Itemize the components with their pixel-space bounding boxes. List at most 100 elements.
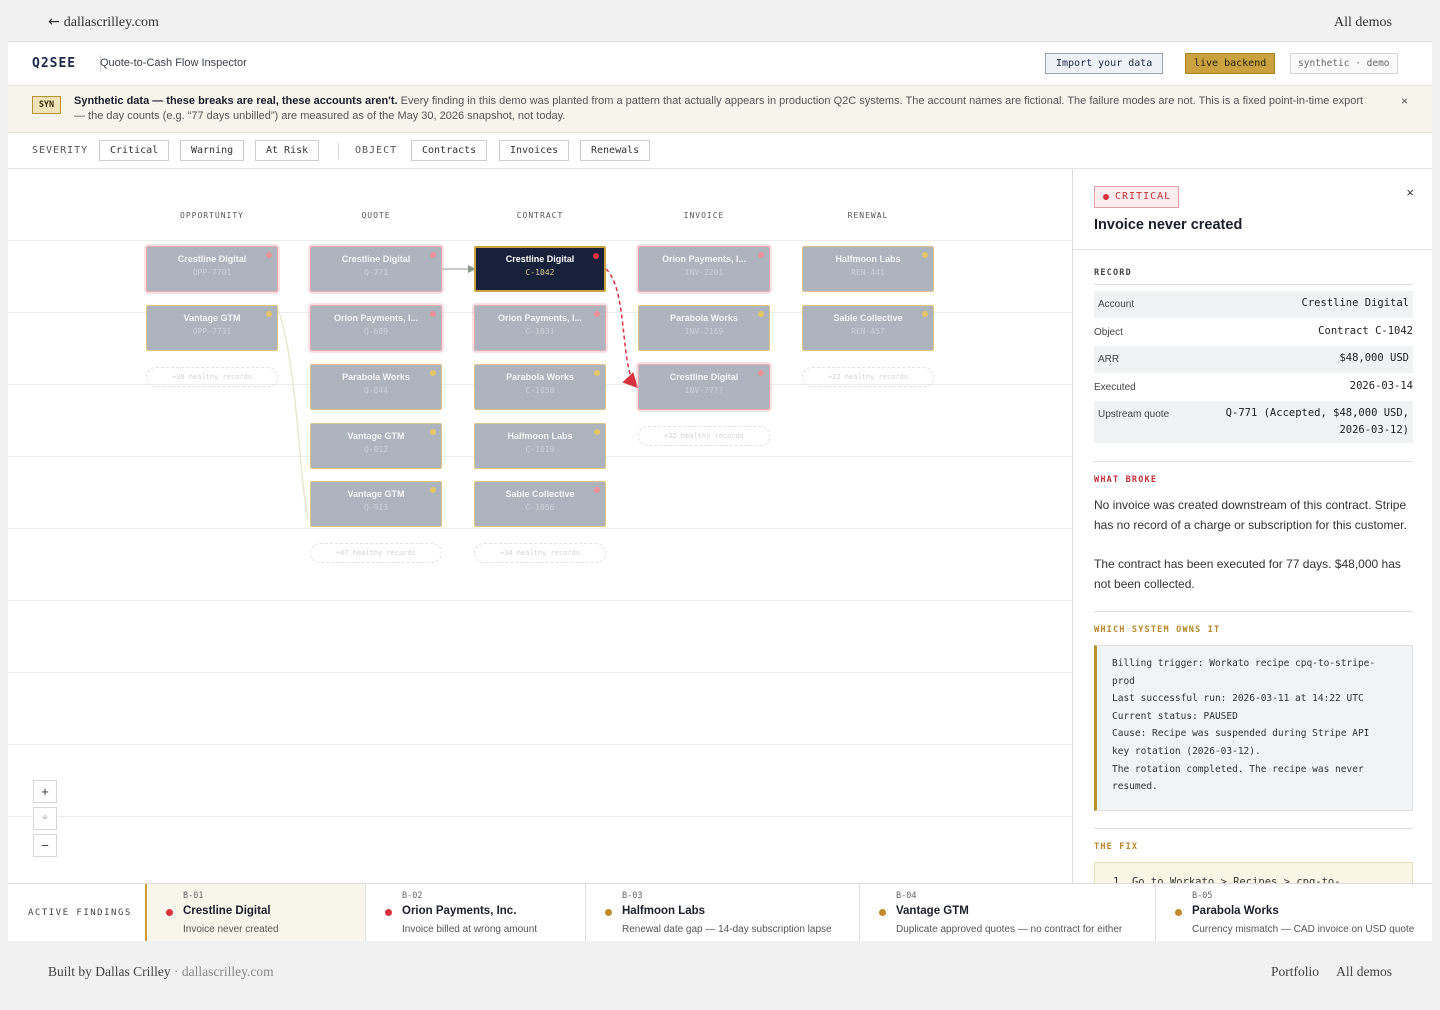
healthy-records-pill[interactable]: +34 healthy records [474, 543, 606, 563]
record-row-account: Account Crestline Digital [1094, 291, 1413, 318]
section-divider [1094, 461, 1413, 462]
node-name: Halfmoon Labs [507, 431, 573, 441]
node-name: Parabola Works [342, 372, 410, 382]
footer-site-link[interactable]: dallascrilley.com [182, 964, 274, 979]
node-opportunity[interactable]: Vantage GTM OPP-7731 [146, 305, 278, 351]
status-dot [430, 370, 436, 376]
node-id: C-1019 [525, 445, 555, 454]
healthy-records-pill[interactable]: +22 healthy records [802, 367, 934, 387]
zoom-out-button[interactable]: − [33, 834, 57, 857]
import-data-button[interactable]: Import your data [1045, 53, 1164, 74]
node-name: Parabola Works [670, 313, 738, 323]
record-row-arr: ARR $48,000 USD [1094, 346, 1413, 373]
node-renewal[interactable]: Halfmoon Labs REN-441 [802, 246, 934, 292]
severity-badge: CRITICAL [1094, 186, 1180, 208]
section-divider [1094, 611, 1413, 612]
finding-id: B-03 [622, 891, 643, 901]
filter-chip-critical[interactable]: Critical [99, 140, 170, 161]
record-row-executed: Executed 2026-03-14 [1094, 374, 1413, 401]
record-key: Account [1098, 299, 1135, 310]
critical-dot-icon [166, 909, 173, 916]
node-opportunity[interactable]: Crestline Digital OPP-7701 [146, 246, 278, 292]
footer-credit: Built by Dallas Crilley · dallascrilley.… [48, 964, 274, 980]
finding-card-b05[interactable]: B-05 Parabola Works Currency mismatch — … [1155, 884, 1432, 941]
node-name: Sable Collective [505, 489, 575, 499]
node-contract[interactable]: Sable Collective C-1056 [474, 481, 606, 527]
status-dot [266, 252, 272, 258]
footer-all-demos-link[interactable]: All demos [1336, 964, 1392, 980]
node-name: Orion Payments, I... [661, 254, 747, 264]
node-name: Sable Collective [833, 313, 903, 323]
owner-line: prod [1112, 675, 1135, 687]
node-invoice[interactable]: Parabola Works INV-2169 [638, 305, 770, 351]
back-link[interactable]: ← dallascrilley.com [48, 14, 159, 31]
zoom-in-button[interactable]: + [33, 780, 57, 803]
node-quote[interactable]: Vantage GTM Q-912 [310, 423, 442, 469]
node-id: INV-2169 [684, 327, 724, 336]
system-owner-details: Billing trigger: Workato recipe cpq-to-s… [1094, 645, 1413, 811]
filter-chip-warning[interactable]: Warning [180, 140, 245, 161]
what-broke-text: No invoice was created downstream of thi… [1094, 498, 1407, 532]
status-dot [430, 429, 436, 435]
all-demos-link[interactable]: All demos [1334, 15, 1392, 31]
the-fix-label: THE FIX [1094, 842, 1139, 852]
node-id: Q-689 [363, 327, 389, 336]
finding-desc: Invoice never created [183, 924, 279, 935]
banner-text: Synthetic data — these breaks are real, … [74, 94, 1374, 124]
filter-chip-contracts[interactable]: Contracts [411, 140, 488, 161]
close-icon[interactable]: × [1406, 185, 1414, 200]
node-contract-selected[interactable]: Crestline Digital C-1042 [474, 246, 606, 292]
healthy-records-pill[interactable]: +38 healthy records [146, 367, 278, 387]
app-window: Q2SEE Quote-to-Cash Flow Inspector Impor… [8, 41, 1432, 941]
node-name: Orion Payments, I... [333, 313, 419, 323]
healthy-records-pill[interactable]: +32 healthy records [638, 426, 770, 446]
syn-badge: SYN [32, 96, 61, 114]
node-invoice[interactable]: Orion Payments, I... INV-2201 [638, 246, 770, 292]
finding-card-b03[interactable]: B-03 Halfmoon Labs Renewal date gap — 14… [585, 884, 859, 941]
finding-desc: Duplicate approved quotes — no contract … [896, 924, 1123, 935]
node-name: Vantage GTM [183, 313, 241, 323]
record-section-label: RECORD [1094, 268, 1132, 278]
status-dot [594, 370, 600, 376]
node-contract[interactable]: Parabola Works C-1058 [474, 364, 606, 410]
node-id: C-1056 [525, 503, 555, 512]
filter-chip-at-risk[interactable]: At Risk [255, 140, 320, 161]
warning-dot-icon [605, 909, 612, 916]
node-invoice-missing[interactable]: Crestline Digital INV-???? [638, 364, 770, 410]
filter-chip-invoices[interactable]: Invoices [499, 140, 570, 161]
finding-card-b02[interactable]: B-02 Orion Payments, Inc. Invoice billed… [365, 884, 585, 941]
node-quote[interactable]: Parabola Works Q-844 [310, 364, 442, 410]
node-name: Crestline Digital [341, 254, 411, 264]
finding-name: Halfmoon Labs [622, 905, 706, 917]
footer-separator: · [170, 964, 182, 979]
node-quote[interactable]: Orion Payments, I... Q-689 [310, 305, 442, 351]
owner-line: Billing trigger: Workato recipe cpq-to-s… [1112, 658, 1376, 669]
banner-headline: Synthetic data — these breaks are real, … [74, 95, 398, 107]
warning-dot-icon [879, 909, 886, 916]
footer-portfolio-link[interactable]: Portfolio [1271, 964, 1319, 980]
banner-close-icon[interactable]: × [1401, 94, 1408, 108]
system-owner-label: WHICH SYSTEM OWNS IT [1094, 625, 1221, 635]
finding-desc: Renewal date gap — 14-day subscription l… [622, 924, 832, 935]
node-id: C-1058 [525, 386, 555, 395]
finding-name: Crestline Digital [183, 905, 271, 917]
back-link-label: dallascrilley.com [63, 15, 159, 30]
finding-desc: Currency mismatch — CAD invoice on USD q… [1192, 924, 1415, 935]
what-broke-text-2: The contract has been executed for 77 da… [1094, 557, 1401, 591]
node-quote[interactable]: Vantage GTM Q-913 [310, 481, 442, 527]
node-quote[interactable]: Crestline Digital Q-771 [310, 246, 442, 292]
filter-chip-renewals[interactable]: Renewals [580, 140, 651, 161]
node-renewal[interactable]: Sable Collective REN-457 [802, 305, 934, 351]
flow-canvas[interactable]: OPPORTUNITY QUOTE CONTRACT INVOICE RENEW… [8, 169, 1072, 883]
node-contract[interactable]: Halfmoon Labs C-1019 [474, 423, 606, 469]
status-dot [758, 311, 764, 317]
node-contract[interactable]: Orion Payments, I... C-1031 [474, 305, 606, 351]
finding-card-b01[interactable]: B-01 Crestline Digital Invoice never cre… [145, 884, 366, 941]
healthy-records-pill[interactable]: +47 healthy records [310, 543, 442, 563]
finding-card-b04[interactable]: B-04 Vantage GTM Duplicate approved quot… [859, 884, 1155, 941]
finding-detail-panel: CRITICAL × Invoice never created RECORD … [1072, 169, 1432, 883]
owner-line: key rotation (2026-03-12). [1112, 745, 1261, 757]
node-id: INV-???? [684, 386, 724, 395]
fit-view-icon[interactable]: ⌖ [33, 807, 57, 830]
live-backend-button[interactable]: live backend [1185, 53, 1276, 74]
